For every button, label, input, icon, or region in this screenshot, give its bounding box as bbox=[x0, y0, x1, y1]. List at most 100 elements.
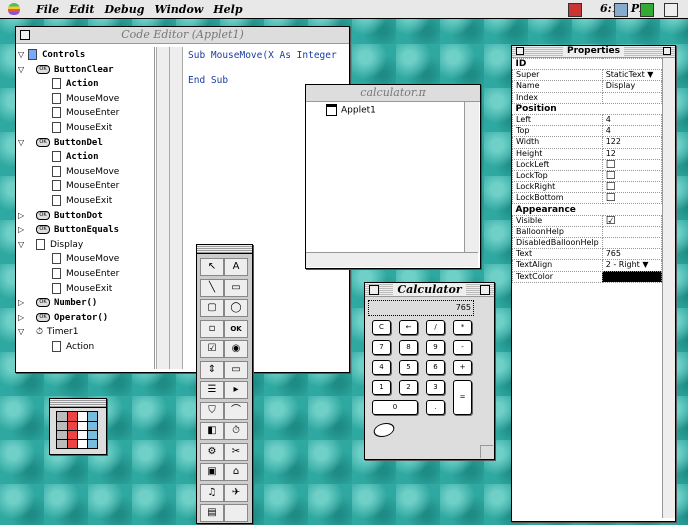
tree-item[interactable]: Action bbox=[52, 77, 99, 91]
project-titlebar[interactable]: calculator.π bbox=[306, 85, 480, 102]
disclosure-closed-icon[interactable]: ▷ bbox=[18, 311, 28, 325]
application-menu-icon[interactable] bbox=[664, 3, 678, 17]
calc-key[interactable]: 4 bbox=[372, 360, 391, 375]
picture-tool-icon[interactable]: ▣ bbox=[200, 463, 224, 481]
property-row[interactable]: TextAlign 2 - Right ▼ bbox=[512, 259, 663, 272]
code-editor-titlebar[interactable]: Code Editor (Applet1) bbox=[16, 27, 349, 44]
empty-slot[interactable] bbox=[224, 504, 248, 522]
disclosure-open-icon[interactable]: ▽ bbox=[18, 48, 28, 62]
tree-item[interactable]: ▽ OK ButtonClear bbox=[18, 63, 114, 77]
property-row[interactable]: Text 765 bbox=[512, 248, 663, 261]
property-row[interactable]: Left 4 bbox=[512, 113, 663, 127]
property-value[interactable]: Display bbox=[601, 80, 663, 93]
calculator-titlebar[interactable]: Calculator bbox=[365, 283, 494, 297]
control-strip-icon[interactable] bbox=[568, 3, 582, 17]
calc-key[interactable]: 7 bbox=[372, 340, 391, 355]
chart-tool-icon[interactable]: ⌒ bbox=[224, 401, 248, 420]
property-value[interactable] bbox=[601, 236, 663, 250]
tree-item[interactable]: MouseExit bbox=[52, 194, 112, 208]
tree-item[interactable]: MouseEnter bbox=[52, 179, 119, 193]
property-value[interactable]: 4 bbox=[601, 125, 663, 138]
tree-item[interactable]: MouseExit bbox=[52, 121, 112, 135]
property-row[interactable]: LockRight ☐ bbox=[512, 181, 663, 194]
property-value[interactable]: ☐ bbox=[601, 192, 663, 205]
tree-item[interactable]: MouseEnter bbox=[52, 106, 119, 120]
properties-scrollbar[interactable] bbox=[662, 58, 675, 518]
plugin-tool-icon[interactable]: ✈ bbox=[224, 483, 248, 502]
tree-item[interactable]: ▷ OK ButtonEquals bbox=[18, 223, 119, 237]
rectangle-tool-icon[interactable]: ▭ bbox=[224, 278, 248, 297]
property-value[interactable]: ☑ bbox=[601, 214, 663, 227]
property-value[interactable]: 765 bbox=[601, 248, 663, 261]
separator-tool-icon[interactable]: ▫ bbox=[200, 319, 224, 338]
radio-tool-icon[interactable]: ◉ bbox=[224, 340, 248, 358]
popup-tool-icon[interactable]: ⇕ bbox=[200, 360, 224, 379]
property-row[interactable]: Width 122 bbox=[512, 136, 663, 149]
property-row[interactable]: Index bbox=[512, 91, 663, 104]
editfield-tool-icon[interactable]: ▭ bbox=[224, 360, 248, 379]
tree-item[interactable]: MouseExit bbox=[52, 282, 112, 296]
calc-key[interactable]: 2 bbox=[399, 380, 418, 395]
calc-key[interactable]: - bbox=[453, 340, 472, 355]
project-scrollbar[interactable] bbox=[464, 102, 479, 252]
line-tool-icon[interactable]: ╲ bbox=[200, 278, 224, 297]
property-value[interactable]: 122 bbox=[601, 136, 663, 149]
bevel-tool-icon[interactable]: ⛉ bbox=[200, 401, 224, 420]
listbox-tool-icon[interactable]: ☰ bbox=[200, 381, 224, 399]
disclosure-closed-icon[interactable]: ▷ bbox=[18, 296, 28, 310]
property-row[interactable]: Top 4 bbox=[512, 125, 663, 138]
property-row[interactable]: BalloonHelp bbox=[512, 225, 663, 239]
project-item-applet1[interactable]: Applet1 bbox=[310, 104, 460, 117]
properties-titlebar[interactable]: Properties bbox=[512, 46, 675, 58]
calc-key[interactable]: . bbox=[426, 400, 445, 415]
palette-titlebar[interactable] bbox=[197, 245, 252, 254]
property-row[interactable]: TextColor bbox=[512, 270, 663, 283]
app-switch-icon[interactable] bbox=[614, 3, 628, 17]
zoom-box[interactable] bbox=[663, 47, 671, 55]
property-row[interactable]: DisabledBalloonHelp bbox=[512, 236, 663, 250]
calc-key[interactable]: = bbox=[453, 380, 472, 415]
calc-key[interactable]: ← bbox=[399, 320, 418, 335]
calc-key[interactable]: 1 bbox=[372, 380, 391, 395]
color-palette-titlebar[interactable] bbox=[50, 399, 106, 408]
close-box[interactable] bbox=[516, 47, 524, 55]
calc-key[interactable]: * bbox=[453, 320, 472, 335]
checkbox-tool-icon[interactable]: ☑ bbox=[200, 340, 224, 358]
scrollbar-tool-icon[interactable]: ▸ bbox=[224, 381, 248, 399]
calc-key[interactable]: 8 bbox=[399, 340, 418, 355]
tree-item[interactable]: ▷ OK Number() bbox=[18, 296, 97, 310]
finder-icon[interactable] bbox=[640, 3, 654, 17]
calc-key[interactable]: 5 bbox=[399, 360, 418, 375]
property-value[interactable]: 2 - Right ▼ bbox=[601, 259, 663, 272]
oval-tool-icon[interactable]: ◯ bbox=[224, 299, 248, 317]
slider-tool-icon[interactable]: ✂ bbox=[224, 442, 248, 461]
tree-item[interactable]: ▽ OK ButtonDel bbox=[18, 136, 103, 150]
notepad-tool-icon[interactable]: ▤ bbox=[200, 504, 224, 522]
roundrect-tool-icon[interactable]: ▢ bbox=[200, 299, 224, 317]
disclosure-open-icon[interactable]: ▽ bbox=[18, 136, 28, 150]
color-grid[interactable] bbox=[56, 411, 98, 449]
calc-key[interactable]: C bbox=[372, 320, 391, 335]
calculator-grow-box[interactable] bbox=[480, 445, 493, 458]
tree-item[interactable]: ▷ OK Operator() bbox=[18, 311, 108, 325]
menu-debug[interactable]: Debug bbox=[105, 3, 145, 16]
tree-item[interactable]: MouseMove bbox=[52, 165, 119, 179]
house-tool-icon[interactable]: ⌂ bbox=[224, 463, 248, 481]
property-value[interactable]: StaticText ▼ bbox=[601, 69, 663, 82]
property-row[interactable]: LockLeft ☐ bbox=[512, 158, 663, 171]
property-row[interactable]: Visible ☑ bbox=[512, 214, 663, 227]
disclosure-closed-icon[interactable]: ▷ bbox=[18, 223, 28, 237]
disclosure-open-icon[interactable]: ▽ bbox=[18, 325, 28, 339]
tree-item[interactable]: ▽ ⏱ Timer1 bbox=[18, 325, 78, 339]
timer-icon[interactable] bbox=[371, 423, 397, 437]
menu-edit[interactable]: Edit bbox=[69, 3, 94, 16]
tree-scrollbar[interactable] bbox=[156, 47, 170, 369]
text-tool-icon[interactable]: A bbox=[224, 258, 248, 276]
property-value[interactable]: 4 bbox=[601, 113, 663, 127]
tabpanel-tool-icon[interactable]: ◧ bbox=[200, 422, 224, 440]
tree-item[interactable]: ▽ Controls bbox=[18, 48, 85, 62]
tree-item[interactable]: Action bbox=[52, 340, 94, 354]
tree-item[interactable]: Action bbox=[52, 150, 99, 164]
calc-key[interactable]: 3 bbox=[426, 380, 445, 395]
calc-key[interactable]: 9 bbox=[426, 340, 445, 355]
